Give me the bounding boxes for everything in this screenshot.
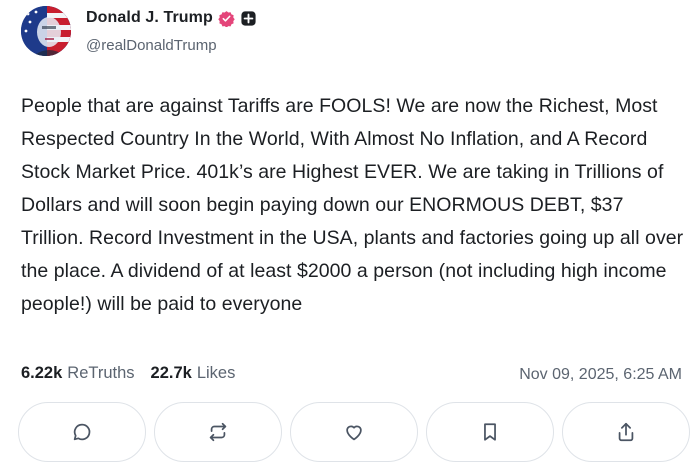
share-button[interactable] <box>562 402 690 462</box>
author-handle[interactable]: @realDonaldTrump <box>86 37 217 54</box>
heart-icon <box>346 425 362 441</box>
verified-badge-icon <box>218 10 235 27</box>
comment-icon <box>73 423 91 441</box>
bookmark-icon <box>484 423 496 441</box>
likes-stat[interactable]: 22.7k Likes <box>151 364 236 383</box>
post-card: Donald J. Trump @realDonaldTrump People … <box>0 0 700 464</box>
reply-button[interactable] <box>18 402 146 462</box>
action-bar <box>18 402 690 462</box>
like-button[interactable] <box>290 402 418 462</box>
avatar-image <box>21 6 71 56</box>
retruths-stat[interactable]: 6.22k ReTruths <box>21 364 135 383</box>
likes-label: Likes <box>196 364 236 382</box>
likes-count: 22.7k <box>150 364 192 382</box>
retruths-count: 6.22k <box>21 364 63 382</box>
repost-icon <box>209 422 227 442</box>
post-text: People that are against Tariffs are FOOL… <box>21 95 684 315</box>
retruths-label: ReTruths <box>67 364 135 382</box>
display-name[interactable]: Donald J. Trump <box>86 9 213 27</box>
share-icon <box>618 422 634 442</box>
retruth-button[interactable] <box>154 402 282 462</box>
post-stats: 6.22k ReTruths 22.7k Likes <box>21 364 235 383</box>
bookmark-button[interactable] <box>426 402 554 462</box>
author-name-row: Donald J. Trump <box>86 9 257 27</box>
profile-avatar[interactable] <box>21 6 71 56</box>
account-type-badge-icon <box>240 10 257 27</box>
post-timestamp[interactable]: Nov 09, 2025, 6:25 AM <box>519 366 682 384</box>
